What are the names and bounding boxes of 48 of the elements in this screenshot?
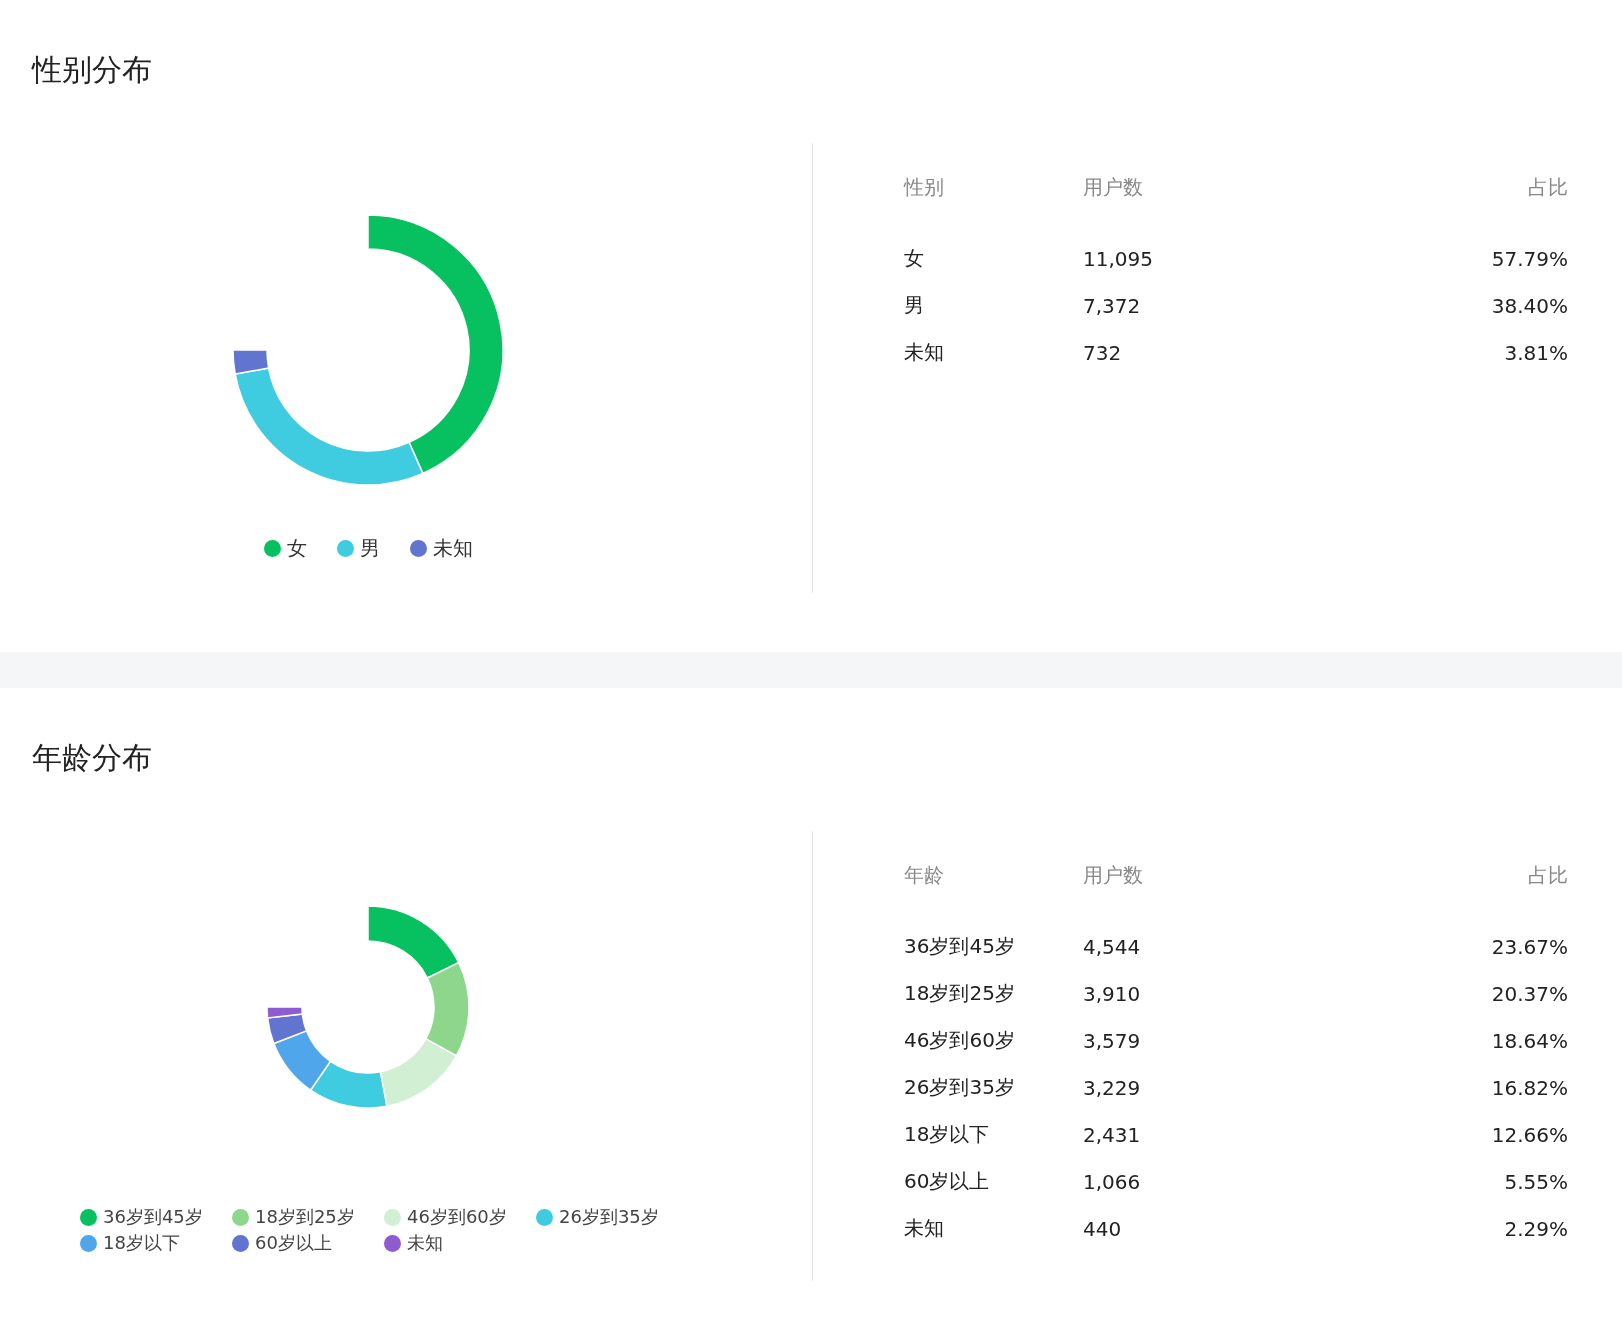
table-cell: 2.29% [1504, 1216, 1568, 1241]
table-cell-text: 440 [1083, 1216, 1123, 1241]
legend-label: 18岁以下 [103, 1231, 180, 1255]
table-cell-text: 3,910 [1083, 981, 1142, 1006]
table-cell: 20.37% [1491, 981, 1568, 1006]
table-cell: 18.64% [1491, 1028, 1568, 1053]
legend-label: 女 [286, 535, 307, 562]
table-cell-text: 女 [904, 245, 925, 272]
column-header: 用户数 [1083, 173, 1144, 201]
table-cell-text: 4,544 [1083, 934, 1142, 959]
legend-label: 未知 [432, 535, 473, 562]
column-header: 占比 [1528, 861, 1568, 889]
legend-label: 未知 [407, 1231, 443, 1255]
legend-label: 18岁到25岁 [255, 1205, 355, 1229]
table-cell-text: 1,066 [1083, 1169, 1142, 1194]
column-header: 占比 [1528, 173, 1568, 201]
legend-label: 男 [359, 535, 380, 562]
table-cell-text: 18岁以下 [904, 1121, 991, 1148]
table-cell-text: 未知 [904, 339, 945, 366]
table-cell-text: 732 [1083, 340, 1123, 365]
table-cell: 23.67% [1491, 934, 1568, 959]
table-cell-text: 7,372 [1083, 293, 1142, 318]
table-cell-text: 3,229 [1083, 1075, 1142, 1100]
table-cell-text: 3,579 [1083, 1028, 1142, 1053]
table-cell-text: 2,431 [1083, 1122, 1142, 1147]
table-cell: 57.79% [1491, 246, 1568, 271]
table-cell-text: 60岁以上 [904, 1168, 991, 1195]
legend-label: 26岁到35岁 [559, 1205, 659, 1229]
table-cell-text: 男 [904, 292, 925, 319]
legend-label: 36岁到45岁 [103, 1205, 203, 1229]
table-cell-text: 46岁到60岁 [904, 1027, 1016, 1054]
table-cell-text: 26岁到35岁 [904, 1074, 1016, 1101]
table-cell: 5.55% [1504, 1169, 1568, 1194]
table-cell-text: 18岁到25岁 [904, 980, 1016, 1007]
legend-label: 46岁到60岁 [407, 1205, 507, 1229]
table-cell: 12.66% [1491, 1122, 1568, 1147]
table-cell: 16.82% [1491, 1075, 1568, 1100]
table-cell-text: 11,095 [1083, 246, 1154, 271]
table-cell-text: 36岁到45岁 [904, 933, 1016, 960]
table-cell: 38.40% [1491, 293, 1568, 318]
section-title: 年龄分布 [32, 739, 153, 777]
column-header: 用户数 [1083, 861, 1144, 889]
legend-label: 60岁以上 [255, 1231, 332, 1255]
section-title: 性别分布 [32, 51, 153, 89]
table-cell-text: 未知 [904, 1215, 945, 1242]
column-header: 年龄 [904, 861, 945, 889]
column-header: 性别 [904, 173, 945, 201]
table-cell: 3.81% [1504, 340, 1568, 365]
